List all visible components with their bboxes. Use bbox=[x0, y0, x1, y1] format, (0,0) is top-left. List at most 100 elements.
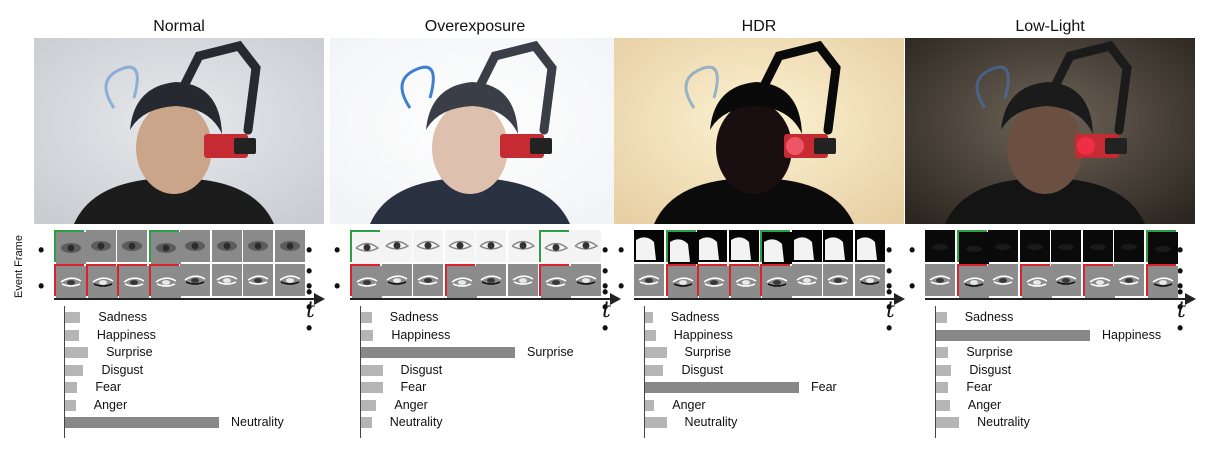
ellipsis-left: • bbox=[618, 276, 628, 296]
image-frame-strip bbox=[350, 230, 620, 264]
panel-title: HDR bbox=[741, 18, 777, 35]
frame-thumbnail bbox=[1019, 230, 1050, 262]
frame-thumbnail bbox=[956, 264, 989, 298]
time-axis-arrow bbox=[314, 293, 325, 305]
frame-thumbnail bbox=[476, 230, 506, 262]
frame-thumbnail bbox=[791, 230, 822, 262]
emotion-label: Disgust bbox=[681, 362, 724, 377]
emotion-label: Sadness bbox=[389, 310, 439, 324]
frame-thumbnail bbox=[570, 264, 601, 296]
frame-thumbnail bbox=[854, 230, 885, 262]
frame-thumbnail bbox=[1019, 264, 1052, 298]
panel-hdr: HDR • • • • • • • • t Sadness Happiness … bbox=[614, 0, 905, 460]
frame-thumbnail bbox=[243, 230, 273, 262]
frame-thumbnail bbox=[728, 230, 759, 262]
frame-thumbnail bbox=[988, 230, 1018, 262]
bar-surprise bbox=[65, 347, 89, 358]
frame-thumbnail bbox=[697, 264, 729, 298]
emotion-label: Surprise bbox=[684, 345, 732, 359]
emotion-label: Fear bbox=[966, 380, 993, 394]
frame-thumbnail bbox=[413, 230, 443, 262]
scene-photo bbox=[614, 38, 904, 224]
frame-thumbnail bbox=[413, 264, 443, 296]
scene-photo bbox=[330, 38, 620, 224]
emotion-label: Surprise bbox=[966, 345, 1013, 359]
image-frame-strip bbox=[925, 230, 1195, 264]
emotion-label: Disgust bbox=[969, 362, 1012, 377]
bar-happiness bbox=[936, 329, 1090, 341]
frame-thumbnail bbox=[1051, 264, 1081, 296]
event-frame-row-label: Event Frame bbox=[0, 232, 25, 298]
frame-thumbnail bbox=[274, 264, 305, 296]
frame-thumbnail bbox=[117, 230, 147, 262]
emotion-label: Fear bbox=[95, 380, 122, 394]
event-frame-strip bbox=[350, 264, 620, 298]
frame-thumbnail bbox=[539, 230, 571, 264]
bar-sadness bbox=[645, 312, 653, 323]
emotion-label: Fear bbox=[400, 380, 427, 394]
emotion-label: Neutrality bbox=[231, 415, 284, 429]
event-frame-strip bbox=[634, 264, 904, 298]
bar-disgust bbox=[65, 364, 84, 376]
emotion-label: Neutrality bbox=[389, 415, 443, 429]
bar-fear bbox=[936, 382, 949, 393]
frame-thumbnail bbox=[1114, 230, 1144, 262]
frame-thumbnail bbox=[381, 230, 412, 262]
bar-disgust bbox=[361, 364, 383, 376]
bar-happiness bbox=[65, 329, 79, 341]
frame-thumbnail bbox=[697, 230, 727, 262]
image-frame-strip bbox=[54, 230, 324, 264]
frame-thumbnail bbox=[634, 230, 664, 262]
time-axis bbox=[634, 298, 896, 300]
bar-surprise bbox=[936, 347, 949, 358]
bar-surprise bbox=[645, 347, 667, 358]
frame-thumbnail bbox=[211, 230, 242, 262]
bar-surprise bbox=[361, 347, 515, 358]
bar-disgust bbox=[936, 364, 952, 376]
frame-thumbnail bbox=[728, 264, 761, 298]
bar-sadness bbox=[65, 312, 81, 323]
frame-thumbnail bbox=[760, 230, 792, 264]
panel-title: Overexposure bbox=[424, 18, 526, 35]
time-axis-label: t bbox=[886, 298, 895, 323]
frame-thumbnail bbox=[148, 264, 181, 298]
frame-thumbnail bbox=[823, 230, 853, 262]
frame-thumbnail bbox=[988, 264, 1018, 296]
frame-thumbnail bbox=[117, 264, 149, 298]
frame-thumbnail bbox=[381, 264, 412, 296]
emotion-label: Happiness bbox=[673, 327, 733, 342]
frame-thumbnail bbox=[854, 264, 885, 296]
ellipsis-left: • bbox=[38, 240, 48, 260]
frame-thumbnail bbox=[1145, 230, 1178, 264]
image-frame-strip bbox=[634, 230, 904, 264]
panel-title: Low-Light bbox=[1015, 18, 1085, 35]
frame-thumbnail bbox=[444, 230, 475, 262]
frame-thumbnail bbox=[476, 264, 506, 296]
frame-thumbnail bbox=[148, 230, 181, 264]
frame-thumbnail bbox=[539, 264, 571, 298]
ellipsis-left: • bbox=[334, 276, 344, 296]
bar-sadness bbox=[361, 312, 372, 323]
frame-thumbnail bbox=[180, 230, 210, 262]
emotion-label: Anger bbox=[93, 397, 128, 412]
frame-thumbnail bbox=[570, 230, 601, 262]
panel-overexposure: Overexposure • • • • • • • • t Sadness H… bbox=[330, 0, 621, 460]
frame-thumbnail bbox=[54, 230, 86, 264]
emotion-label: Anger bbox=[672, 397, 706, 412]
bar-neutrality bbox=[361, 417, 372, 428]
time-axis bbox=[925, 298, 1187, 300]
frame-thumbnail bbox=[665, 230, 698, 264]
bar-fear bbox=[65, 382, 78, 393]
bar-anger bbox=[645, 399, 655, 411]
scene-photo bbox=[34, 38, 324, 224]
event-frame-strip bbox=[54, 264, 324, 298]
frame-thumbnail bbox=[507, 264, 538, 296]
bar-anger bbox=[65, 399, 76, 411]
bar-happiness bbox=[645, 329, 656, 341]
emotion-label: Sadness bbox=[964, 310, 1014, 324]
frame-thumbnail bbox=[85, 264, 118, 298]
emotion-label: Happiness bbox=[391, 327, 451, 342]
frame-thumbnail bbox=[274, 230, 305, 262]
time-axis-arrow bbox=[894, 293, 905, 305]
frame-thumbnail bbox=[243, 264, 273, 296]
